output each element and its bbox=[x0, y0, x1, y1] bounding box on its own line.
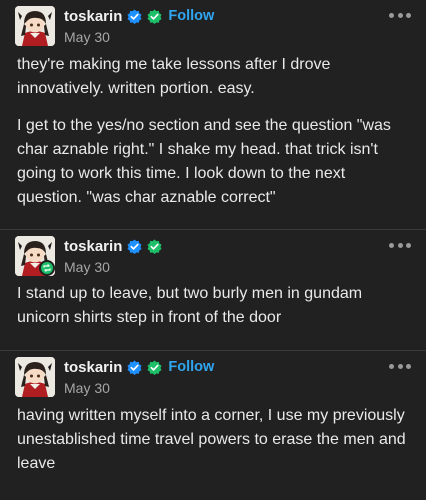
username[interactable]: toskarin bbox=[64, 8, 122, 25]
post-body: I stand up to leave, but two burly men i… bbox=[17, 282, 412, 330]
post-header: toskarin Follow May 30 bbox=[15, 6, 411, 52]
post-header: toskarin Follow May 30 bbox=[15, 357, 411, 403]
follow-button[interactable]: Follow bbox=[168, 8, 214, 24]
verified-badge-green-icon bbox=[147, 8, 162, 24]
post-paragraph: having written myself into a corner, I u… bbox=[17, 407, 406, 472]
verified-badge-blue-icon bbox=[127, 8, 142, 24]
more-options-icon[interactable] bbox=[389, 10, 411, 20]
more-options-icon[interactable] bbox=[389, 361, 411, 371]
follow-button[interactable]: Follow bbox=[168, 359, 214, 375]
post-paragraph: they're making me take lessons after I d… bbox=[17, 56, 331, 97]
avatar[interactable] bbox=[15, 6, 55, 46]
post-paragraph: I get to the yes/no section and see the … bbox=[17, 117, 391, 206]
post-paragraph: I stand up to leave, but two burly men i… bbox=[17, 285, 363, 326]
post-date[interactable]: May 30 bbox=[64, 259, 162, 275]
post-body: having written myself into a corner, I u… bbox=[17, 404, 412, 476]
verified-badge-green-icon bbox=[147, 359, 162, 375]
username[interactable]: toskarin bbox=[64, 359, 122, 376]
verified-badge-green-icon bbox=[147, 238, 162, 254]
more-options-icon[interactable] bbox=[389, 240, 411, 250]
post-1: toskarin Follow May 30 they're making me… bbox=[0, 0, 426, 229]
post-date[interactable]: May 30 bbox=[64, 29, 214, 45]
verified-badge-blue-icon bbox=[127, 238, 142, 254]
post-2: toskarin May 30 I stand up to leave, but… bbox=[0, 230, 426, 350]
post-3: toskarin Follow May 30 having written my… bbox=[0, 351, 426, 500]
post-body: they're making me take lessons after I d… bbox=[17, 53, 412, 210]
avatar[interactable] bbox=[15, 357, 55, 397]
post-date[interactable]: May 30 bbox=[64, 380, 214, 396]
username[interactable]: toskarin bbox=[64, 238, 122, 255]
post-header: toskarin May 30 bbox=[15, 236, 411, 282]
reblog-icon bbox=[39, 260, 55, 276]
verified-badge-blue-icon bbox=[127, 359, 142, 375]
